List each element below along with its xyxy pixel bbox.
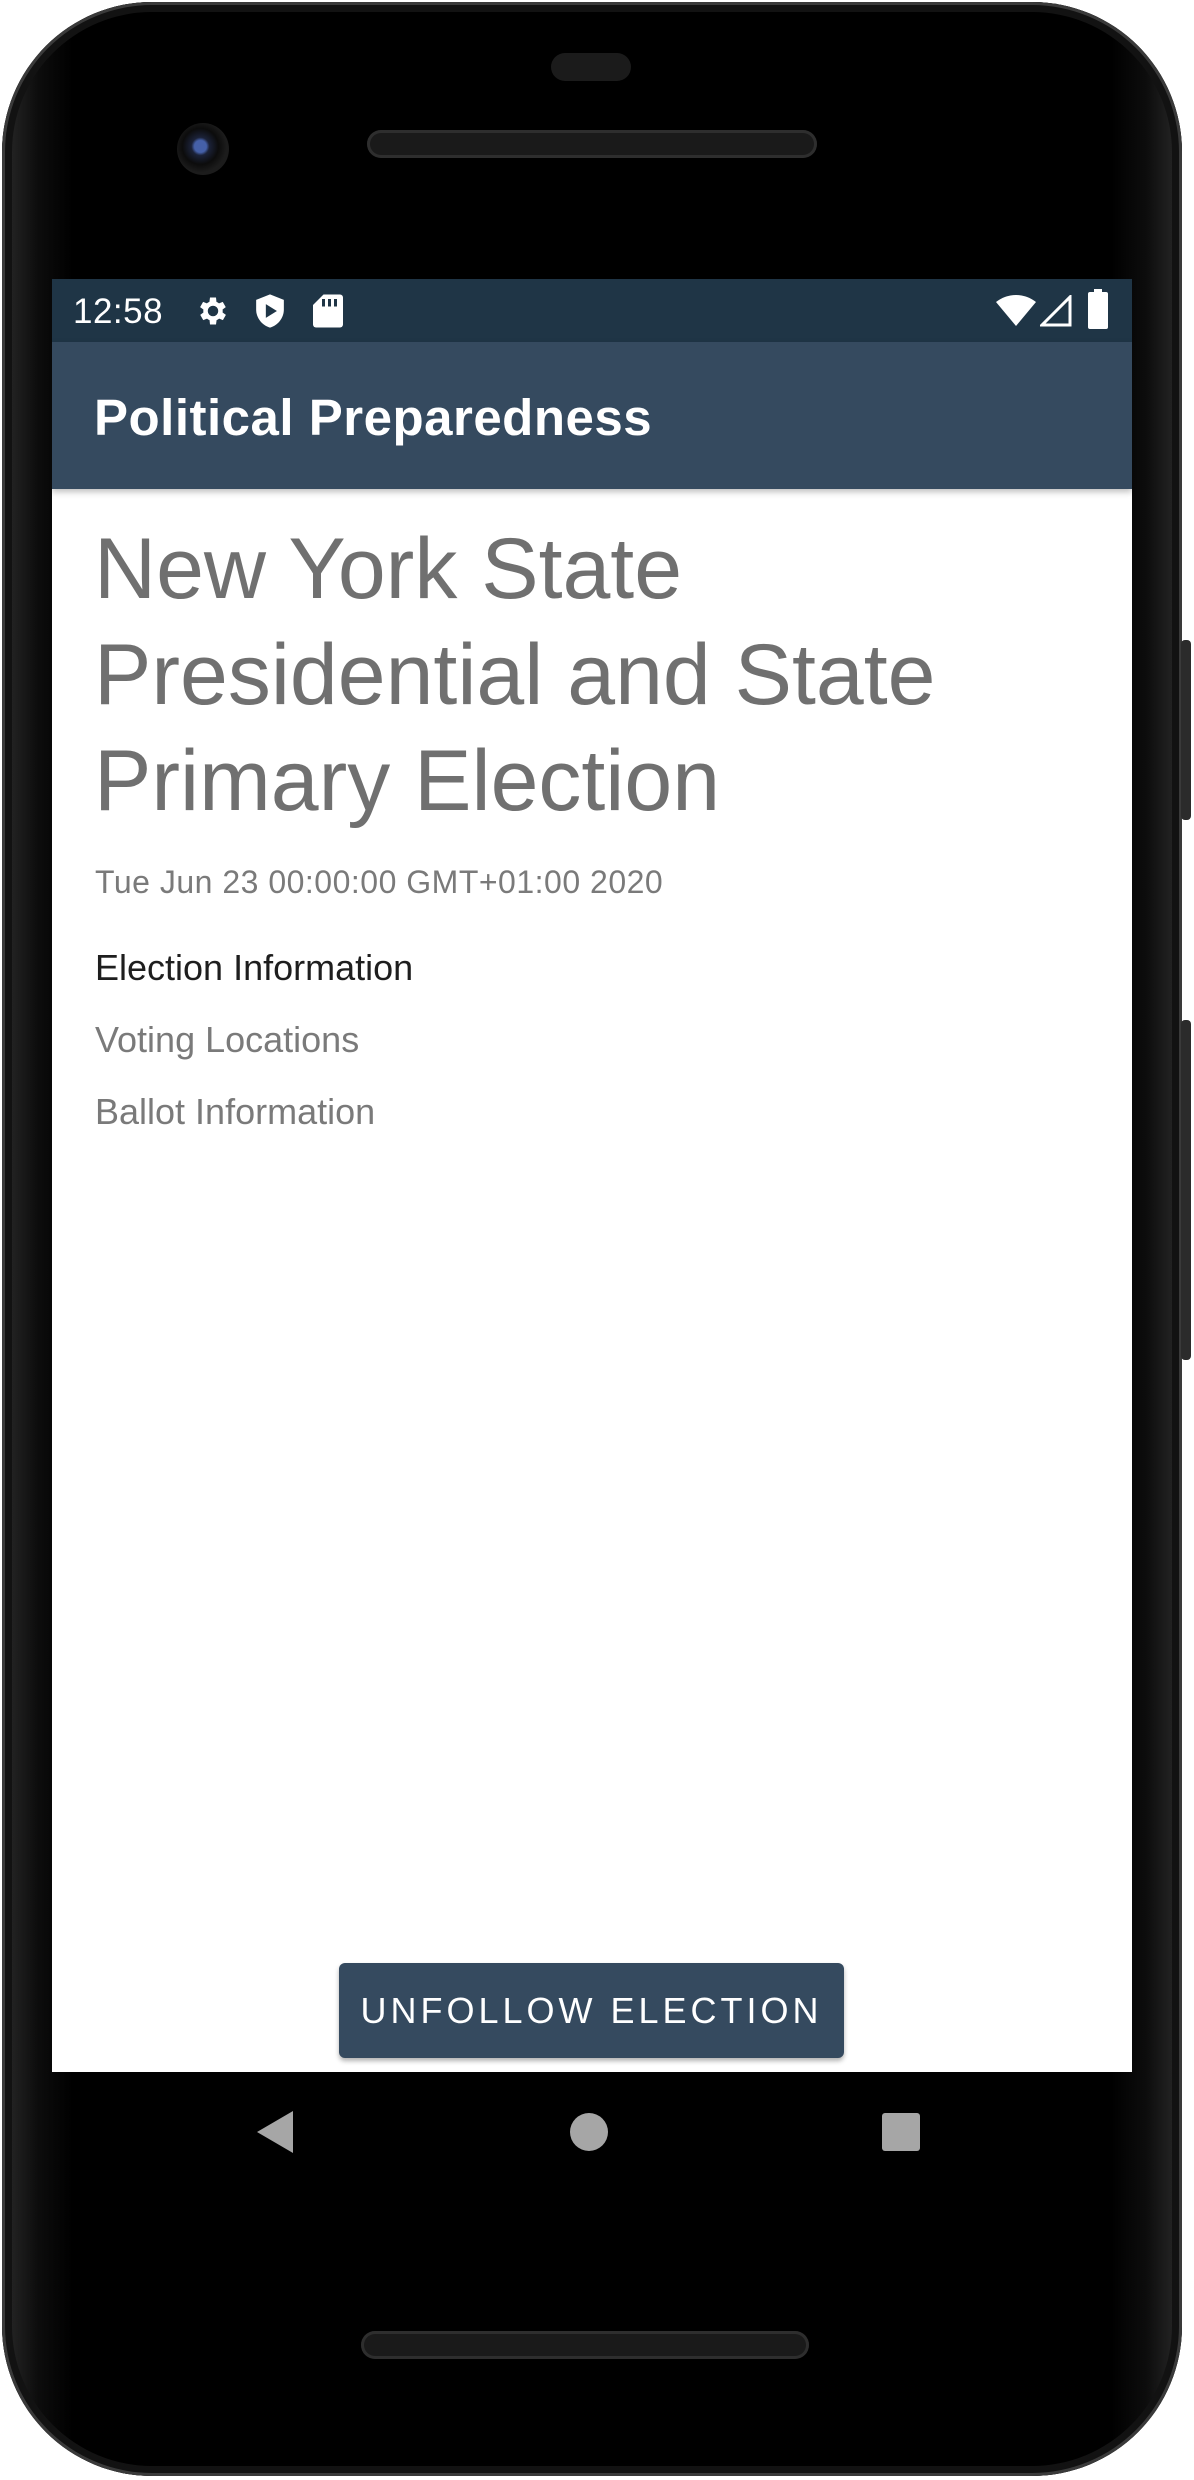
recents-icon[interactable]: [882, 2113, 920, 2151]
wifi-icon: [996, 295, 1036, 326]
cell-signal-icon: [1040, 295, 1072, 327]
gear-icon: [200, 297, 226, 325]
app-bar: Political Preparedness: [52, 342, 1132, 489]
proximity-sensor: [551, 53, 631, 81]
power-button: [1181, 640, 1191, 820]
battery-icon: [1088, 289, 1108, 329]
back-icon[interactable]: [255, 2109, 295, 2155]
phone-frame: 12:58 Political Preparedness New York St…: [0, 0, 1194, 2480]
navigation-bar: [52, 2072, 1132, 2202]
sd-card-icon: [313, 294, 343, 328]
volume-button: [1181, 1020, 1191, 1360]
ballot-information-link[interactable]: Ballot Information: [95, 1091, 375, 1133]
voting-locations-link[interactable]: Voting Locations: [95, 1019, 359, 1061]
front-camera: [177, 123, 229, 175]
election-information-header: Election Information: [95, 947, 414, 988]
app-title: Political Preparedness: [94, 389, 653, 446]
status-bar: 12:58: [52, 279, 1132, 342]
status-time: 12:58: [73, 292, 164, 331]
shield-play-icon: [256, 294, 284, 328]
election-date: Tue Jun 23 00:00:00 GMT+01:00 2020: [95, 864, 664, 900]
screen: 12:58 Political Preparedness New York St…: [52, 279, 1132, 2072]
home-icon[interactable]: [570, 2113, 608, 2151]
election-title: New York State Presidential and State Pr…: [94, 521, 936, 829]
unfollow-election-button[interactable]: UNFOLLOW ELECTION: [339, 1963, 844, 2058]
top-speaker: [367, 130, 817, 158]
bottom-speaker: [361, 2331, 809, 2359]
